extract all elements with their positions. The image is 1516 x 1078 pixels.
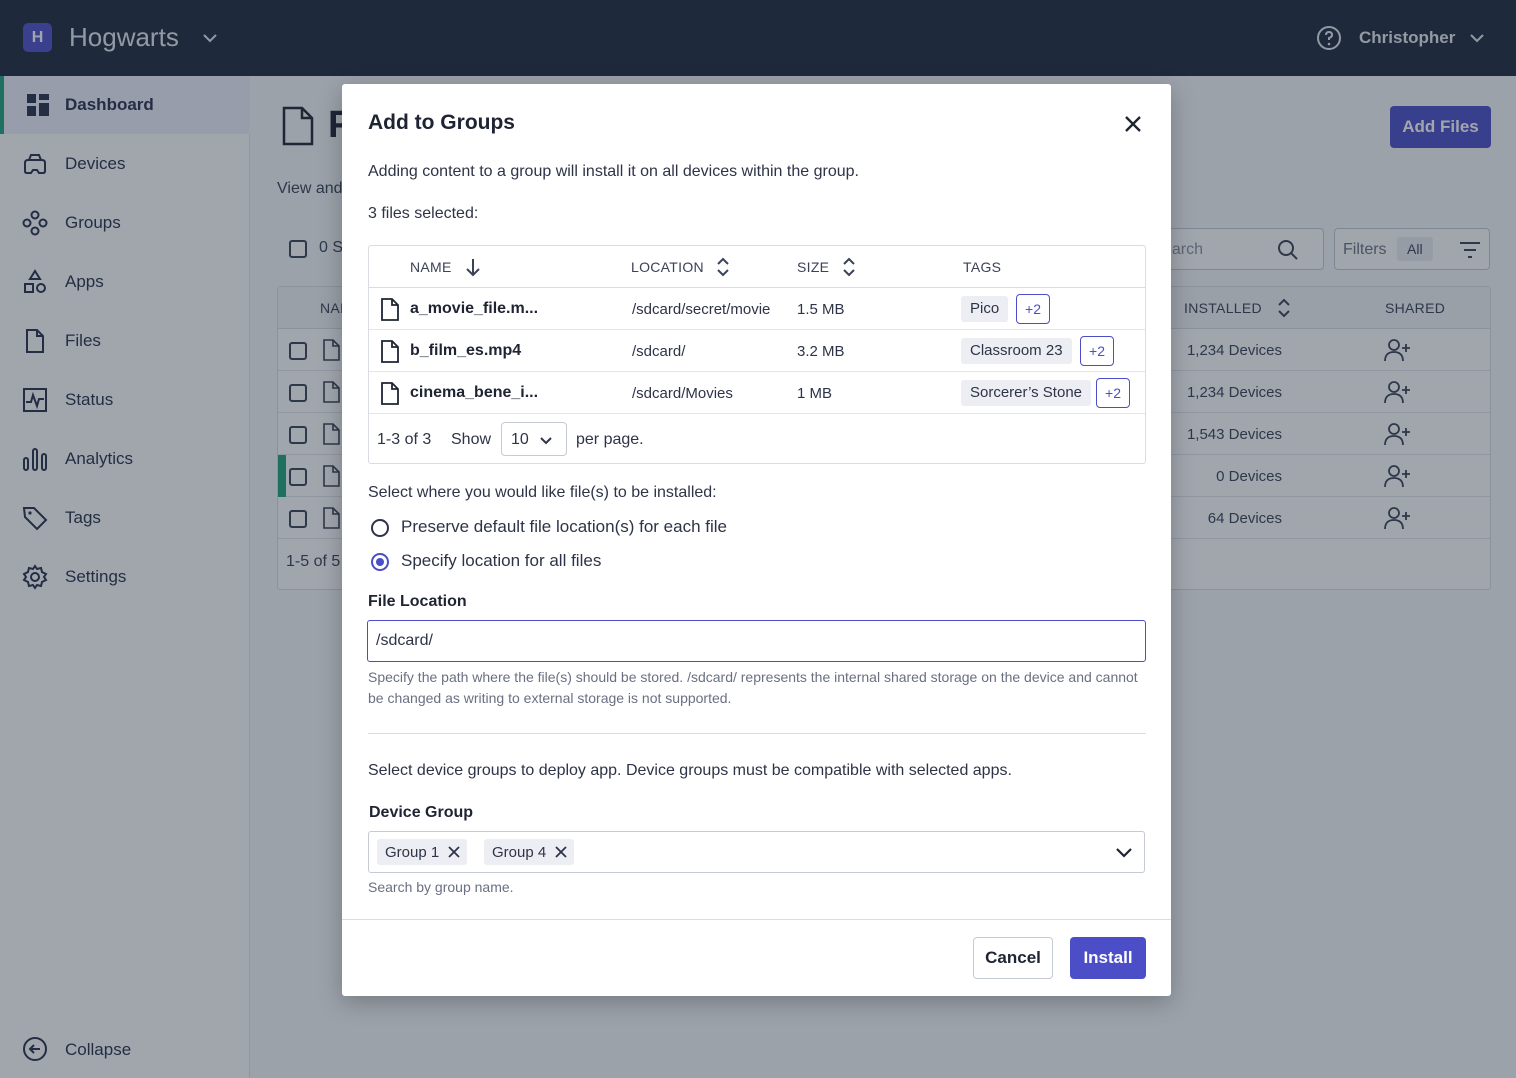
group-chip: Group 1 [377,839,468,865]
tag-chip: Classroom 23 [961,338,1072,364]
group-chip-label: Group 4 [492,843,547,861]
device-group-label: Device Group [369,804,474,821]
specify-location-radio[interactable] [371,553,389,571]
table-header: NAME LOCATION SIZE TAGS [369,246,1145,288]
file-icon [381,382,399,405]
file-location: /sdcard/ [632,343,686,360]
tag-chip: Sorcerer’s Stone [961,380,1092,406]
file-location-label: File Location [368,593,467,610]
modal-title: Add to Groups [368,111,515,134]
file-size: 3.2 MB [797,343,845,360]
tag-chip: Pico [961,296,1009,322]
radio-label[interactable]: Preserve default file location(s) for ea… [401,517,727,537]
preserve-location-radio[interactable] [371,519,389,537]
group-chip: Group 4 [484,839,575,865]
radio-label[interactable]: Specify location for all files [401,551,601,571]
close-icon[interactable] [447,845,461,859]
per-page-value: 10 [511,431,529,448]
more-tags-button[interactable]: +2 [1096,378,1130,408]
file-location-help: Specify the path where the file(s) shoul… [368,669,1138,706]
more-tags-button[interactable]: +2 [1080,336,1114,366]
device-group-select[interactable]: Group 1 Group 4 [368,831,1145,873]
sort-icon[interactable] [839,255,859,279]
file-location: /sdcard/Movies [632,385,733,402]
file-icon [381,298,399,321]
chevron-down-icon [540,437,552,445]
table-row[interactable]: cinema_bene_i... /sdcard/Movies 1 MB Sor… [369,372,1145,414]
pagination-range: 1-3 of 3 [377,431,432,448]
cancel-button[interactable]: Cancel [973,937,1053,979]
divider [368,733,1146,734]
per-page-select[interactable]: 10 [501,422,567,456]
file-name: a_movie_file.m... [410,300,539,317]
column-name[interactable]: NAME [410,259,452,275]
group-chip-label: Group 1 [385,843,440,861]
more-tags-button[interactable]: +2 [1016,294,1050,324]
divider [342,919,1171,920]
device-group-help: Search by group name. [368,879,514,895]
install-button[interactable]: Install [1070,937,1146,979]
sort-icon[interactable] [713,255,733,279]
file-location: /sdcard/secret/movie [632,301,771,318]
install-location-question: Select where you would like file(s) to b… [368,484,717,501]
close-icon[interactable] [1121,112,1145,136]
per-page-label: per page. [576,431,644,448]
column-size[interactable]: SIZE [797,259,829,275]
file-size: 1.5 MB [797,301,845,318]
file-size: 1 MB [797,385,833,402]
close-icon[interactable] [554,845,568,859]
file-location-input[interactable] [367,620,1146,662]
files-selected-text: 3 files selected: [368,205,479,222]
table-row[interactable]: b_film_es.mp4 /sdcard/ 3.2 MB Classroom … [369,330,1145,372]
chevron-down-icon[interactable] [1114,842,1134,862]
modal-description: Adding content to a group will install i… [368,163,859,180]
file-icon [381,340,399,363]
table-row[interactable]: a_movie_file.m... /sdcard/secret/movie 1… [369,288,1145,330]
selected-files-table: NAME LOCATION SIZE TAGS a_movie_file.m..… [368,245,1146,464]
file-name: b_film_es.mp4 [410,342,522,359]
table-pagination: 1-3 of 3 Show 10 per page. [369,414,1145,464]
file-name: cinema_bene_i... [410,384,539,401]
add-to-groups-modal: Add to Groups Adding content to a group … [342,84,1171,996]
column-tags: TAGS [963,259,1002,275]
device-group-description: Select device groups to deploy app. Devi… [368,762,1012,779]
show-label: Show [451,431,492,448]
column-location[interactable]: LOCATION [631,259,704,275]
arrow-down-icon[interactable] [463,255,483,279]
